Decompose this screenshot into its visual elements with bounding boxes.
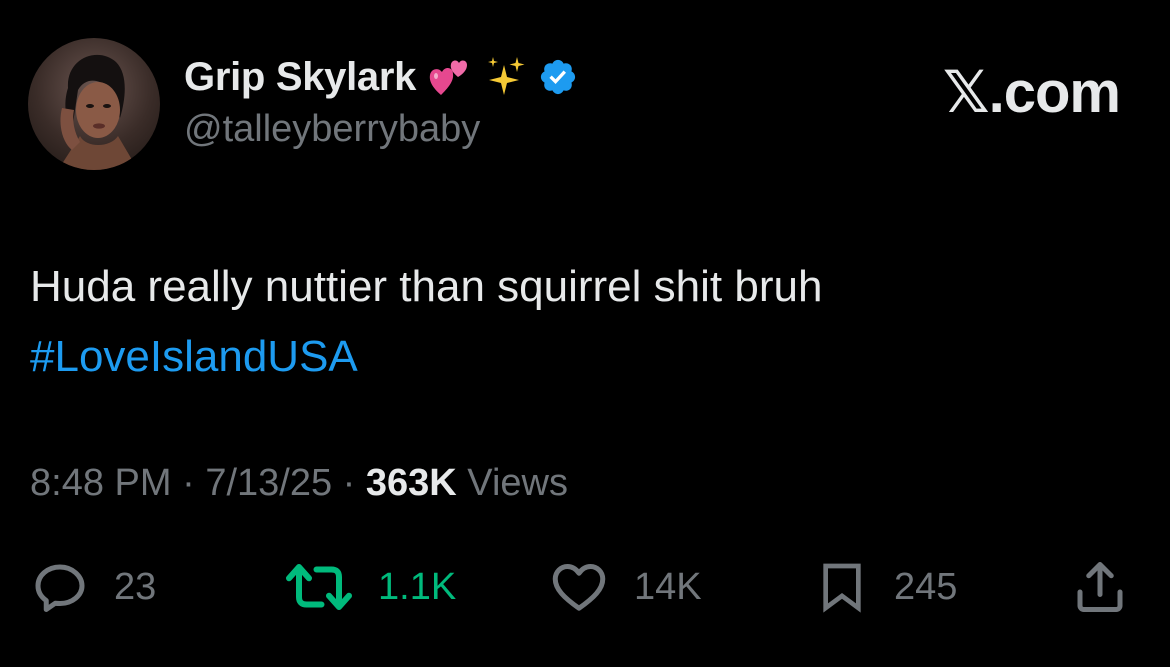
tweet-date[interactable]: 7/13/25	[205, 462, 332, 504]
x-com-brand: 𝕏.com	[942, 60, 1121, 125]
share-icon	[1070, 557, 1130, 617]
views-count: 363K	[365, 462, 457, 504]
views-label: Views	[467, 462, 568, 504]
tweet-meta: 8:48 PM · 7/13/25 · 363K Views	[30, 462, 568, 505]
retweet-button[interactable]: 1.1K	[284, 555, 456, 619]
sparkles-emoji-icon	[484, 55, 528, 99]
meta-separator: ·	[182, 462, 195, 504]
tweet-text: Huda really nuttier than squirrel shit b…	[30, 262, 823, 311]
two-hearts-emoji-icon	[428, 55, 472, 99]
tweet-time[interactable]: 8:48 PM	[30, 462, 172, 504]
reply-icon	[30, 557, 90, 617]
tweet-body: Huda really nuttier than squirrel shit b…	[30, 252, 822, 392]
bookmark-count: 245	[894, 565, 958, 608]
author-handle[interactable]: @talleyberrybaby	[184, 108, 480, 151]
share-button[interactable]	[1070, 555, 1130, 619]
like-icon	[548, 557, 610, 617]
reply-count: 23	[114, 565, 157, 608]
reply-button[interactable]: 23	[30, 555, 156, 619]
retweet-count: 1.1K	[378, 565, 457, 608]
like-count: 14K	[634, 565, 702, 608]
tweet-actions-bar: 23 1.1K 14K 245	[0, 555, 1170, 619]
meta-separator: ·	[342, 462, 356, 504]
like-button[interactable]: 14K	[548, 555, 702, 619]
author-display-name[interactable]: Grip Skylark	[184, 55, 416, 100]
bookmark-button[interactable]: 245	[814, 555, 957, 619]
author-name-row: Grip Skylark	[184, 52, 578, 102]
hashtag-link[interactable]: #LoveIslandUSA	[30, 322, 822, 392]
retweet-icon	[284, 557, 354, 617]
bookmark-icon	[814, 557, 870, 617]
verified-badge-icon	[538, 57, 578, 97]
avatar[interactable]	[28, 38, 160, 170]
